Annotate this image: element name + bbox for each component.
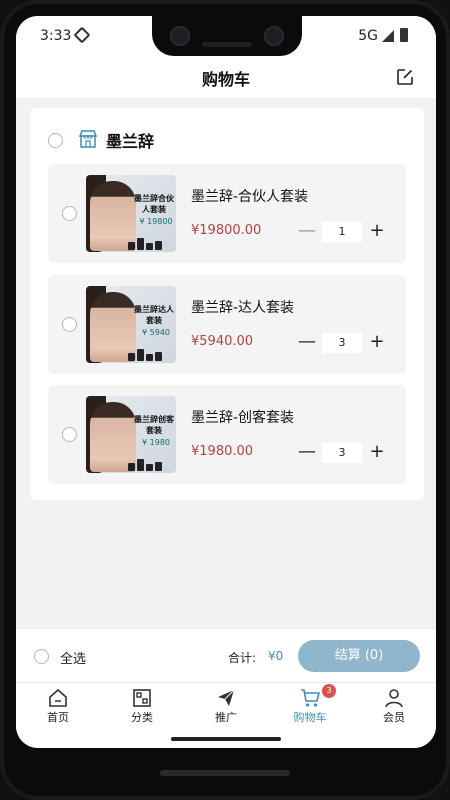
- earpiece-speaker: [202, 42, 252, 47]
- page-title: 购物车: [201, 70, 250, 89]
- tab-home[interactable]: 首页: [16, 683, 100, 729]
- quantity-stepper: — 3 +: [294, 331, 390, 355]
- increase-button[interactable]: +: [364, 220, 390, 244]
- front-camera-icon: [170, 26, 190, 46]
- tab-promote[interactable]: 推广: [184, 683, 268, 729]
- product-image-price: ¥ 19800: [139, 217, 173, 226]
- tab-cart[interactable]: 3 购物车: [268, 683, 352, 729]
- tab-label: 分类: [131, 711, 153, 724]
- camera-notch: [152, 12, 302, 56]
- decrease-button[interactable]: —: [294, 220, 320, 244]
- product-price: ¥5940.00: [191, 334, 254, 349]
- category-icon: [133, 689, 151, 707]
- item-select-radio[interactable]: [62, 317, 77, 332]
- edit-icon[interactable]: [396, 68, 414, 86]
- app-screen: 3:33 5G 购物车 墨兰辞 墨兰辞合伙人套装 ¥ 19800 墨兰辞-合伙人…: [16, 16, 436, 748]
- paper-plane-icon: [218, 689, 235, 706]
- product-image[interactable]: 墨兰辞创客套装 ¥ 1980: [86, 396, 176, 473]
- checkout-bar: 全选 合计: ¥0 结算 (0): [16, 628, 436, 682]
- product-image-price: ¥ 1980: [142, 438, 170, 447]
- page-header: 购物车: [16, 56, 436, 98]
- shop-row: 墨兰辞: [30, 126, 424, 154]
- network-type: 5G: [358, 28, 378, 44]
- cart-item: 墨兰辞达人套装 ¥ 5940 墨兰辞-达人套装 ¥5940.00 — 3 +: [48, 275, 406, 374]
- store-icon: [78, 130, 98, 148]
- quantity-value[interactable]: 1: [322, 222, 362, 242]
- bottom-tab-bar: 首页 分类 推广 3 购物车 会员: [16, 682, 436, 748]
- product-image-price: ¥ 5940: [142, 328, 170, 337]
- front-sensor-icon: [264, 26, 284, 46]
- cart-badge: 3: [322, 684, 336, 698]
- tab-category[interactable]: 分类: [100, 683, 184, 729]
- shop-name[interactable]: 墨兰辞: [106, 128, 154, 152]
- user-icon: [385, 689, 403, 708]
- product-image-title: 墨兰辞达人套装: [134, 305, 174, 325]
- quantity-stepper: — 3 +: [294, 441, 390, 465]
- cart-icon: [301, 689, 320, 707]
- select-all-radio[interactable]: [34, 649, 49, 664]
- select-all-label[interactable]: 全选: [60, 648, 86, 667]
- product-name[interactable]: 墨兰辞-合伙人套装: [191, 186, 308, 206]
- product-price: ¥1980.00: [191, 444, 254, 459]
- product-image-title: 墨兰辞合伙人套装: [134, 194, 174, 214]
- cart-item: 墨兰辞合伙人套装 ¥ 19800 墨兰辞-合伙人套装 ¥19800.00 — 1…: [48, 164, 406, 263]
- status-time: 3:33: [40, 28, 72, 44]
- tab-label: 首页: [47, 711, 69, 724]
- home-indicator[interactable]: [171, 737, 281, 741]
- signal-icon: [382, 30, 394, 42]
- tab-label: 购物车: [293, 711, 327, 724]
- checkout-button[interactable]: 结算 (0): [298, 640, 420, 672]
- product-name[interactable]: 墨兰辞-达人套装: [191, 297, 294, 317]
- product-image[interactable]: 墨兰辞达人套装 ¥ 5940: [86, 286, 176, 363]
- quantity-value[interactable]: 3: [322, 333, 362, 353]
- item-select-radio[interactable]: [62, 206, 77, 221]
- item-select-radio[interactable]: [62, 427, 77, 442]
- total-label: 合计:: [228, 651, 257, 665]
- shop-select-radio[interactable]: [48, 133, 63, 148]
- battery-icon: [400, 28, 408, 42]
- sync-icon: [73, 26, 91, 44]
- product-name[interactable]: 墨兰辞-创客套装: [191, 407, 294, 427]
- tab-label: 推广: [215, 711, 237, 724]
- tab-member[interactable]: 会员: [352, 683, 436, 729]
- product-image-title: 墨兰辞创客套装: [134, 415, 174, 435]
- product-price: ¥19800.00: [191, 223, 262, 238]
- cart-card: 墨兰辞 墨兰辞合伙人套装 ¥ 19800 墨兰辞-合伙人套装 ¥19800.00…: [30, 108, 424, 500]
- decrease-button[interactable]: —: [294, 331, 320, 355]
- increase-button[interactable]: +: [364, 331, 390, 355]
- phone-bottom-speaker: [160, 770, 290, 776]
- product-image[interactable]: 墨兰辞合伙人套装 ¥ 19800: [86, 175, 176, 252]
- home-icon: [49, 688, 67, 707]
- phone-frame: 3:33 5G 购物车 墨兰辞 墨兰辞合伙人套装 ¥ 19800 墨兰辞-合伙人…: [0, 0, 450, 800]
- decrease-button[interactable]: —: [294, 441, 320, 465]
- quantity-value[interactable]: 3: [322, 443, 362, 463]
- increase-button[interactable]: +: [364, 441, 390, 465]
- cart-item: 墨兰辞创客套装 ¥ 1980 墨兰辞-创客套装 ¥1980.00 — 3 +: [48, 385, 406, 484]
- total-value: ¥0: [268, 649, 284, 663]
- tab-label: 会员: [383, 711, 405, 724]
- quantity-stepper: — 1 +: [294, 220, 390, 244]
